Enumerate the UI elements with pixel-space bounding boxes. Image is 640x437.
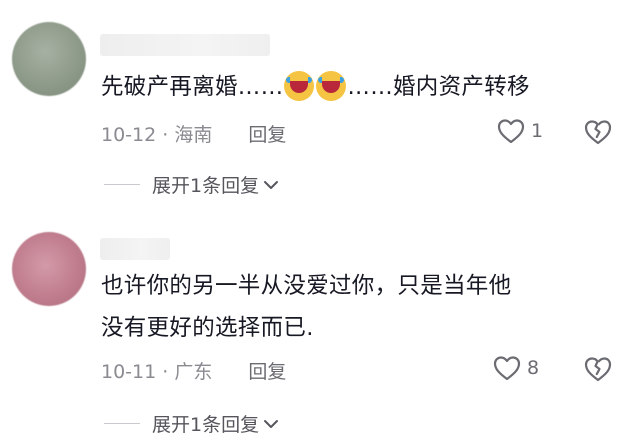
avatar[interactable] (12, 22, 86, 96)
like-button[interactable]: 8 (493, 355, 539, 381)
comment-date: 10-12 (101, 124, 157, 146)
meta-separator: · (162, 361, 169, 383)
broken-heart-icon (584, 357, 612, 382)
broken-heart-icon (584, 120, 612, 145)
meta-separator: · (162, 124, 169, 146)
expand-replies-label: 展开1条回复 (152, 414, 260, 436)
username-blurred[interactable] (100, 34, 270, 56)
comment-line: 没有更好的选择而已. (101, 315, 314, 341)
dislike-button[interactable] (583, 355, 613, 387)
comment-line: 也许你的另一半从没爱过你，只是当年他 (101, 273, 512, 299)
avatar[interactable] (12, 232, 86, 306)
crying-laughing-emoji-icon (284, 71, 315, 101)
reply-button[interactable]: 回复 (248, 361, 286, 383)
comment-text-part: 先破产再离婚…… (101, 74, 284, 100)
comment-text-part: ……婚内资产转移 (347, 74, 530, 100)
expand-replies-button[interactable]: 展开1条回复 (104, 171, 279, 198)
comment-location: 海南 (174, 124, 213, 146)
expand-replies-button[interactable]: 展开1条回复 (104, 410, 279, 437)
expand-divider (104, 423, 140, 424)
expand-replies-label: 展开1条回复 (152, 175, 260, 197)
comment-location: 广东 (174, 361, 213, 383)
reply-button[interactable]: 回复 (248, 124, 286, 146)
comment-text: 先破产再离婚…… ……婚内资产转移 (101, 66, 530, 108)
like-count: 8 (527, 357, 540, 379)
heart-icon (497, 119, 525, 144)
crying-laughing-emoji-icon (316, 71, 347, 101)
dislike-button[interactable] (583, 118, 613, 150)
comment-meta: 10-12 · 海南 回复 (101, 120, 286, 147)
like-button[interactable]: 1 (497, 118, 543, 144)
chevron-down-icon (264, 419, 279, 428)
expand-divider (104, 184, 140, 185)
comment-meta: 10-11 · 广东 回复 (101, 357, 286, 384)
comment-date: 10-11 (101, 361, 157, 383)
heart-icon (493, 356, 521, 381)
username-blurred[interactable] (100, 238, 170, 260)
comment-text: 也许你的另一半从没爱过你，只是当年他 没有更好的选择而已. (101, 265, 511, 349)
chevron-down-icon (264, 180, 279, 189)
like-count: 1 (531, 120, 544, 142)
